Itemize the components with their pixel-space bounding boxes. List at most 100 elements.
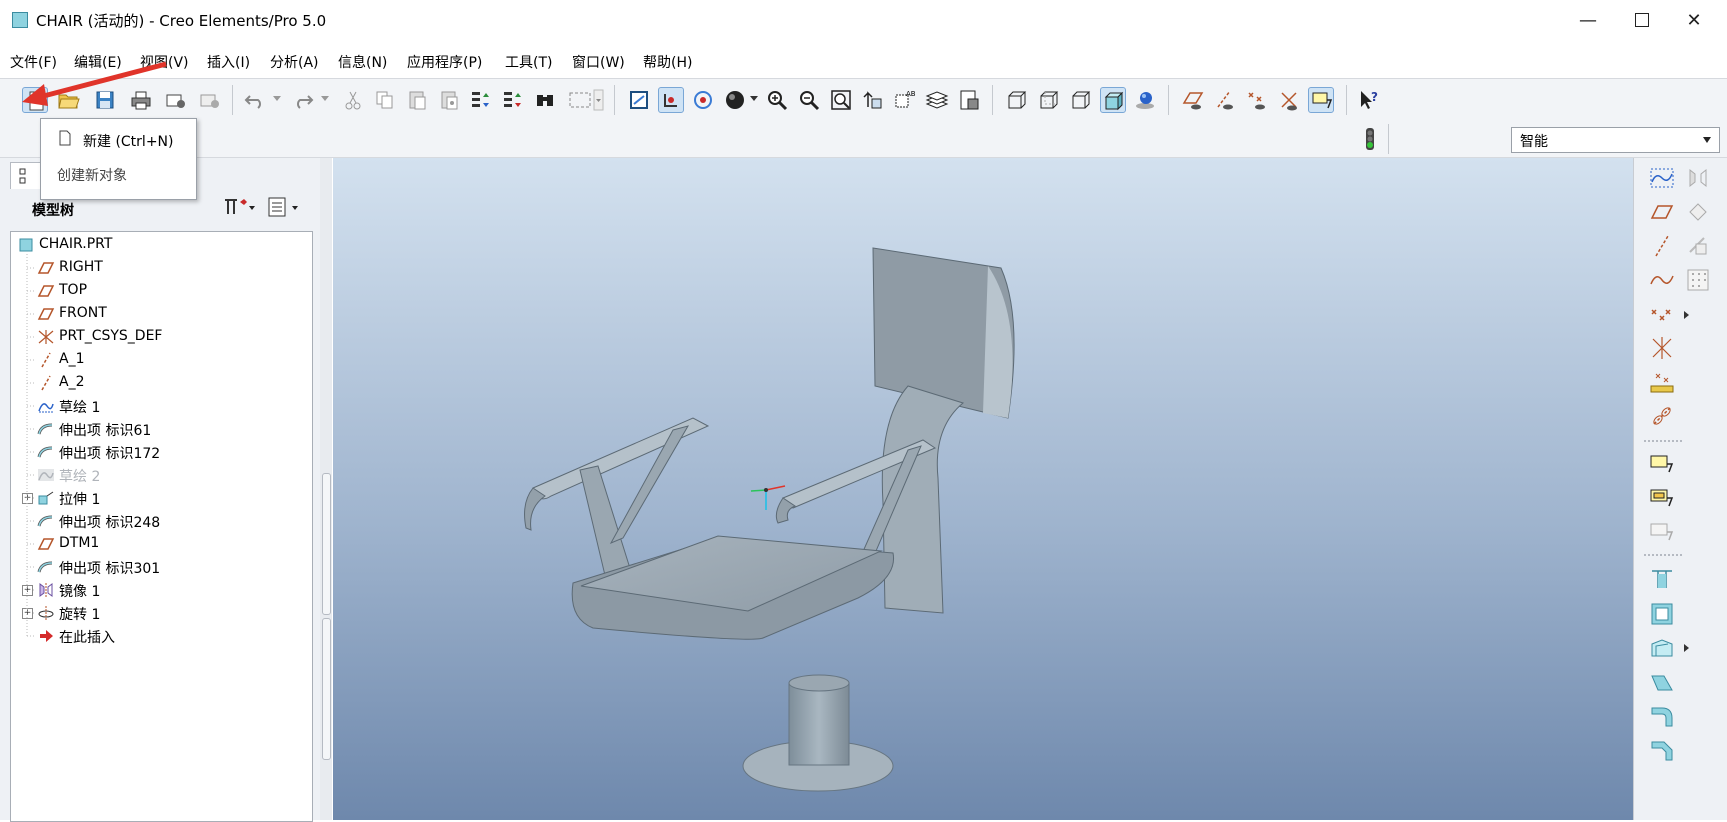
sash-grip-top[interactable] xyxy=(322,473,331,615)
tree-item-csys[interactable]: PRT_CSYS_DEF xyxy=(11,326,311,348)
draft-tool-button[interactable] xyxy=(1648,668,1676,696)
tree-item-sketch2[interactable]: 草绘 2 xyxy=(11,464,311,486)
repaint-button[interactable] xyxy=(626,87,652,113)
gtol-tool-button[interactable] xyxy=(1648,518,1676,546)
menu-info[interactable]: 信息(N) xyxy=(338,52,387,72)
redo-button[interactable] xyxy=(290,87,316,113)
menu-help[interactable]: 帮助(H) xyxy=(643,52,692,72)
menu-insert[interactable]: 插入(I) xyxy=(207,52,250,72)
no-hidden-button[interactable] xyxy=(1068,87,1094,113)
surface-finish-button[interactable] xyxy=(1648,484,1676,512)
shell-tool-button[interactable] xyxy=(1648,600,1676,628)
rib-tool-button[interactable] xyxy=(1648,634,1676,662)
chamfer-tool-button[interactable] xyxy=(1648,736,1676,764)
tree-item-top[interactable]: TOP xyxy=(11,280,311,302)
tree-item-root[interactable]: CHAIR.PRT xyxy=(11,234,311,256)
tree-item-revolve1[interactable]: + 旋转 1 xyxy=(11,602,311,624)
find-button[interactable] xyxy=(532,87,558,113)
enhanced-realism-button[interactable] xyxy=(1132,87,1158,113)
maximize-button[interactable] xyxy=(1614,0,1670,40)
hole-tool-button[interactable] xyxy=(1648,566,1676,594)
tree-item-a1[interactable]: A_1 xyxy=(11,349,311,371)
reorient-button[interactable] xyxy=(860,87,886,113)
menu-tools[interactable]: 工具(T) xyxy=(505,52,552,72)
datum-axis-tool-button[interactable] xyxy=(1648,232,1676,260)
close-button[interactable]: ✕ xyxy=(1666,0,1722,40)
round-tool-button[interactable] xyxy=(1648,702,1676,730)
tree-item-insert-here[interactable]: 在此插入 xyxy=(11,625,311,647)
tree-display-button[interactable] xyxy=(266,196,302,218)
orient-mode-button[interactable] xyxy=(690,87,716,113)
context-help-button[interactable]: ? xyxy=(1356,87,1382,113)
rib-flyout-icon[interactable] xyxy=(1684,644,1689,652)
selection-filter-select[interactable]: 智能 xyxy=(1511,127,1720,153)
shading-dropdown-icon[interactable] xyxy=(750,96,758,101)
tree-item-right[interactable]: RIGHT xyxy=(11,257,311,279)
zoom-in-button[interactable] xyxy=(764,87,790,113)
undo-button[interactable] xyxy=(242,87,268,113)
tree-item-front[interactable]: FRONT xyxy=(11,303,311,325)
cut-button[interactable] xyxy=(340,87,366,113)
spin-center-button[interactable] xyxy=(658,87,684,113)
datum-curve-tool-button[interactable] xyxy=(1648,266,1676,294)
annotation-display-button[interactable] xyxy=(1308,87,1334,113)
csys-tool-button[interactable] xyxy=(1648,334,1676,362)
model-tree-tab[interactable] xyxy=(10,162,42,189)
sash-grip-bottom[interactable] xyxy=(322,618,331,760)
datum-axis-icon xyxy=(37,352,55,368)
menu-analysis[interactable]: 分析(A) xyxy=(270,52,319,72)
zoom-out-button[interactable] xyxy=(796,87,822,113)
wireframe-button[interactable] xyxy=(1004,87,1030,113)
axis-display-button[interactable] xyxy=(1212,87,1238,113)
mirror-tool-button[interactable] xyxy=(1684,164,1712,192)
tree-item-mirror1[interactable]: + 镜像 1 xyxy=(11,579,311,601)
graphics-viewport[interactable] xyxy=(333,158,1633,820)
tree-item-a2[interactable]: A_2 xyxy=(11,372,311,394)
redo-dropdown-icon[interactable] xyxy=(321,96,329,101)
paste-special-button[interactable] xyxy=(436,87,462,113)
expand-icon[interactable]: + xyxy=(22,608,33,619)
tree-item-sketch1[interactable]: 草绘 1 xyxy=(11,395,311,417)
expand-icon[interactable]: + xyxy=(22,585,33,596)
panel-sash[interactable] xyxy=(320,158,332,820)
shaded-display-button[interactable] xyxy=(1100,87,1126,113)
csys-display-button[interactable] xyxy=(1276,87,1302,113)
tree-item-sweep301[interactable]: 伸出项 标识301 xyxy=(11,556,311,578)
menu-applications[interactable]: 应用程序(P) xyxy=(407,52,482,72)
tree-item-sweep61[interactable]: 伸出项 标识61 xyxy=(11,418,311,440)
shading-button[interactable] xyxy=(722,87,748,113)
datum-point-tool-button[interactable] xyxy=(1648,300,1676,328)
regenerate-button[interactable] xyxy=(468,87,494,113)
tree-item-dtm1[interactable]: DTM1 xyxy=(11,533,311,555)
view-manager-button[interactable] xyxy=(956,87,982,113)
sketch-tool-button[interactable] xyxy=(1648,164,1676,192)
datum-plane-tool-button[interactable] xyxy=(1648,198,1676,226)
regen-manager-button[interactable] xyxy=(500,87,526,113)
minimize-button[interactable]: — xyxy=(1560,0,1616,40)
note-tool-button[interactable] xyxy=(1648,450,1676,478)
paste-button[interactable] xyxy=(404,87,430,113)
layers-button[interactable] xyxy=(924,87,950,113)
tree-item-sweep172[interactable]: 伸出项 标识172 xyxy=(11,441,311,463)
saved-views-button[interactable]: AB xyxy=(892,87,918,113)
tree-item-extrude1[interactable]: + 拉伸 1 xyxy=(11,487,311,509)
plane-display-icon xyxy=(1182,92,1204,110)
undo-dropdown-icon[interactable] xyxy=(273,96,281,101)
tree-item-sweep248[interactable]: 伸出项 标识248 xyxy=(11,510,311,532)
plane-display-button[interactable] xyxy=(1180,87,1206,113)
pattern-tool-button[interactable] xyxy=(1684,266,1712,294)
analysis-feature-button[interactable] xyxy=(1648,368,1676,396)
datum-reference-button[interactable] xyxy=(1648,402,1676,430)
merge-tool-button[interactable] xyxy=(1684,198,1712,226)
menu-window[interactable]: 窗口(W) xyxy=(572,52,625,72)
selection-box-dropdown[interactable] xyxy=(566,87,604,113)
copy-button[interactable] xyxy=(372,87,398,113)
refit-button[interactable] xyxy=(828,87,854,113)
tree-settings-button[interactable] xyxy=(222,196,258,218)
point-flyout-icon[interactable] xyxy=(1684,311,1689,319)
expand-icon[interactable]: + xyxy=(22,493,33,504)
point-display-button[interactable] xyxy=(1244,87,1270,113)
trim-tool-button[interactable] xyxy=(1684,232,1712,260)
chair-model[interactable] xyxy=(333,158,1633,820)
hidden-line-button[interactable] xyxy=(1036,87,1062,113)
